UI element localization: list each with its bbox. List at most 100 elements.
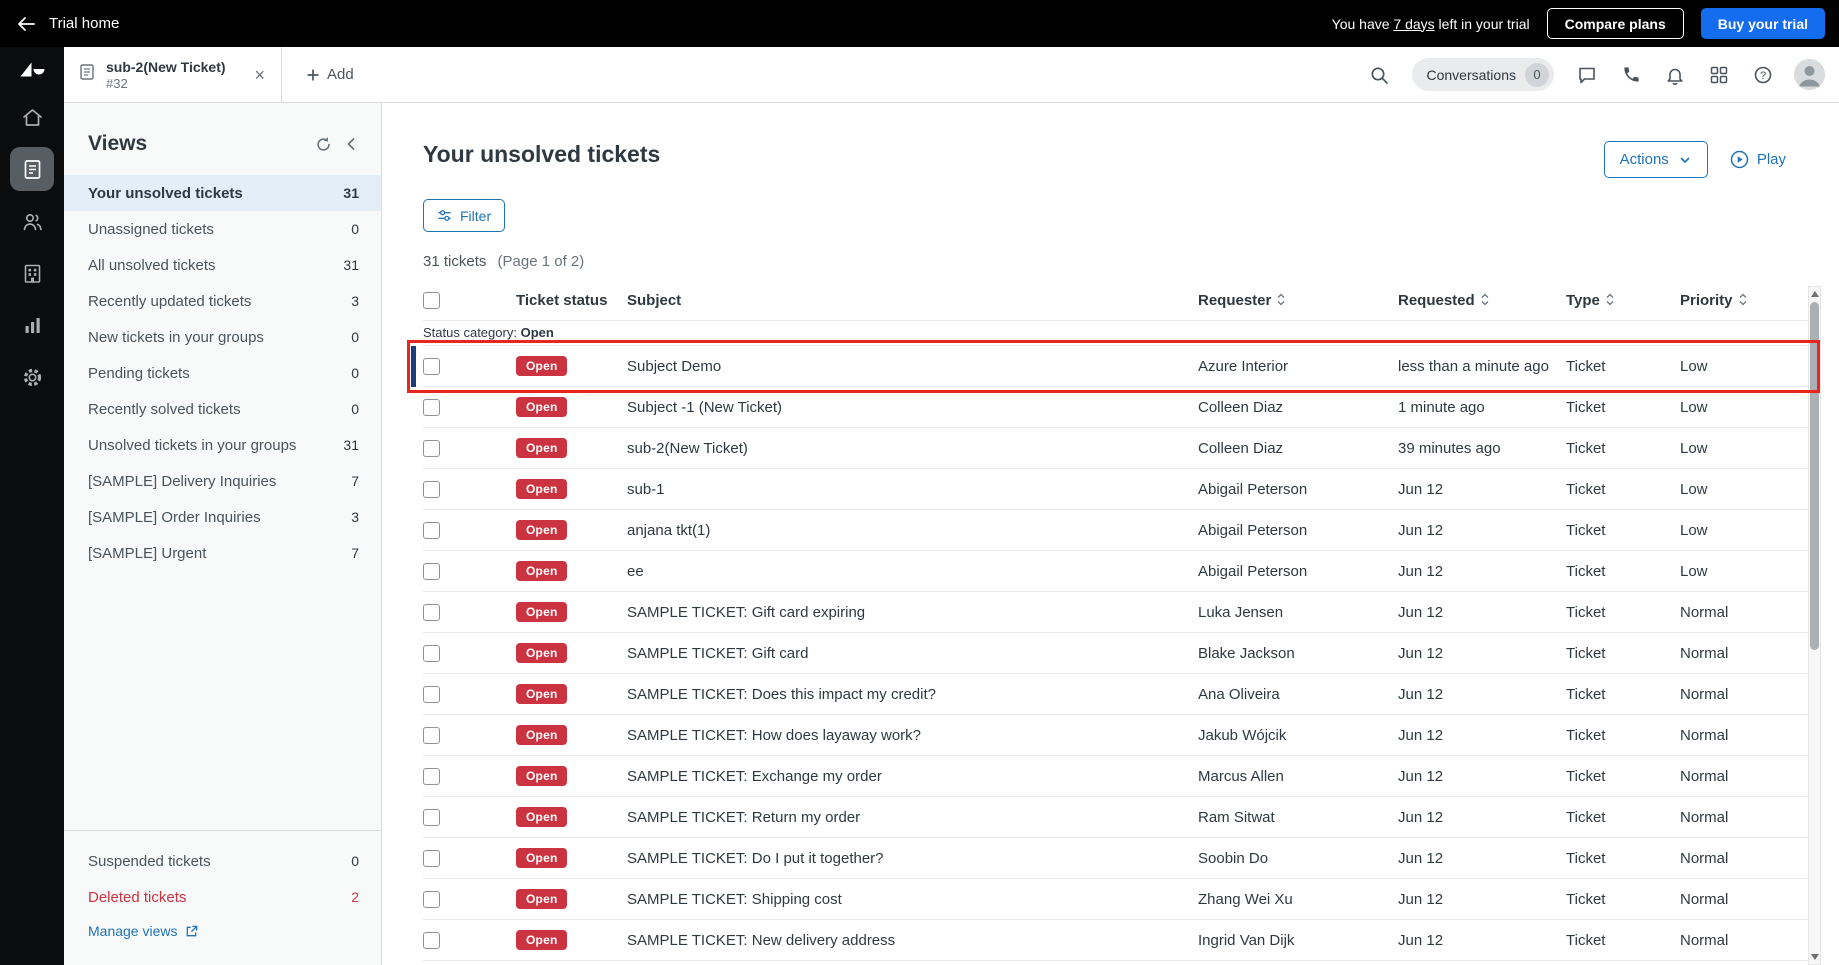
conversations-button[interactable]: Conversations 0 — [1412, 58, 1555, 91]
view-item[interactable]: Pending tickets0 — [64, 355, 381, 391]
ticket-subject[interactable]: SAMPLE TICKET: New delivery address — [627, 932, 895, 949]
ticket-type: Ticket — [1566, 645, 1605, 662]
ticket-priority: Low — [1680, 522, 1708, 539]
view-item[interactable]: Unsolved tickets in your groups31 — [64, 427, 381, 463]
row-checkbox[interactable] — [423, 809, 440, 826]
row-checkbox[interactable] — [423, 686, 440, 703]
row-checkbox[interactable] — [423, 932, 440, 949]
view-item[interactable]: [SAMPLE] Delivery Inquiries7 — [64, 463, 381, 499]
organizations-icon[interactable] — [10, 251, 54, 295]
admin-gear-icon[interactable] — [10, 355, 54, 399]
column-header-requested[interactable]: Requested — [1398, 286, 1566, 321]
ticket-subject[interactable]: sub-1 — [627, 481, 665, 498]
row-checkbox[interactable] — [423, 440, 440, 457]
ticket-subject[interactable]: Subject Demo — [627, 358, 721, 375]
ticket-subject[interactable]: Subject -1 (New Ticket) — [627, 399, 782, 416]
buy-trial-button[interactable]: Buy your trial — [1701, 8, 1825, 39]
apps-grid-icon[interactable] — [1700, 56, 1738, 94]
collapse-panel-icon[interactable] — [337, 130, 365, 158]
row-checkbox[interactable] — [423, 522, 440, 539]
view-item[interactable]: All unsolved tickets31 — [64, 247, 381, 283]
play-button[interactable]: Play — [1730, 150, 1786, 169]
ticket-subject[interactable]: SAMPLE TICKET: Gift card — [627, 645, 808, 662]
ticket-requested: Jun 12 — [1398, 932, 1443, 949]
row-checkbox[interactable] — [423, 645, 440, 662]
ticket-tab[interactable]: sub-2(New Ticket) #32 × — [64, 47, 282, 102]
column-header-priority[interactable]: Priority — [1680, 286, 1810, 321]
ticket-row[interactable]: OpenSAMPLE TICKET: Gift card expiringLuk… — [423, 592, 1810, 633]
ticket-subject[interactable]: SAMPLE TICKET: Shipping cost — [627, 891, 842, 908]
phone-icon[interactable] — [1612, 56, 1650, 94]
view-item[interactable]: New tickets in your groups0 — [64, 319, 381, 355]
row-checkbox[interactable] — [423, 891, 440, 908]
ticket-row[interactable]: OpenSAMPLE TICKET: Gift cardBlake Jackso… — [423, 633, 1810, 674]
manage-views-link[interactable]: Manage views — [64, 915, 381, 965]
ticket-row[interactable]: OpenSubject -1 (New Ticket)Colleen Diaz1… — [423, 387, 1810, 428]
tab-close-icon[interactable]: × — [250, 64, 269, 86]
ticket-requester: Abigail Peterson — [1198, 522, 1307, 539]
trial-days-link[interactable]: 7 days — [1393, 16, 1434, 32]
search-icon[interactable] — [1360, 56, 1398, 94]
ticket-subject[interactable]: SAMPLE TICKET: Return my order — [627, 809, 860, 826]
row-checkbox[interactable] — [423, 481, 440, 498]
row-checkbox[interactable] — [423, 358, 440, 375]
ticket-subject[interactable]: ee — [627, 563, 644, 580]
user-avatar[interactable] — [1794, 59, 1825, 90]
ticket-type: Ticket — [1566, 686, 1605, 703]
ticket-subject[interactable]: SAMPLE TICKET: Do I put it together? — [627, 850, 884, 867]
view-item[interactable]: [SAMPLE] Urgent7 — [64, 535, 381, 571]
ticket-row[interactable]: OpenSAMPLE TICKET: Shipping costZhang We… — [423, 879, 1810, 920]
view-item[interactable]: [SAMPLE] Order Inquiries3 — [64, 499, 381, 535]
actions-button[interactable]: Actions — [1604, 141, 1708, 178]
ticket-row[interactable]: OpenSubject DemoAzure Interiorless than … — [423, 346, 1810, 387]
ticket-row[interactable]: OpenSAMPLE TICKET: Do I put it together?… — [423, 838, 1810, 879]
ticket-row[interactable]: OpenSAMPLE TICKET: New delivery addressI… — [423, 920, 1810, 961]
scroll-up-arrow[interactable] — [1809, 287, 1820, 301]
row-checkbox[interactable] — [423, 850, 440, 867]
add-tab-button[interactable]: Add — [306, 47, 354, 102]
ticket-subject[interactable]: SAMPLE TICKET: How does layaway work? — [627, 727, 921, 744]
reporting-icon[interactable] — [10, 303, 54, 347]
column-header-type[interactable]: Type — [1566, 286, 1680, 321]
row-checkbox[interactable] — [423, 768, 440, 785]
home-icon[interactable] — [10, 95, 54, 139]
trial-home-link[interactable]: Trial home — [49, 15, 119, 32]
ticket-subject[interactable]: sub-2(New Ticket) — [627, 440, 748, 457]
view-item[interactable]: Deleted tickets2 — [64, 879, 381, 915]
ticket-row[interactable]: OpenSAMPLE TICKET: How does layaway work… — [423, 715, 1810, 756]
refresh-views-icon[interactable] — [309, 130, 337, 158]
view-item[interactable]: Suspended tickets0 — [64, 843, 381, 879]
scrollbar-thumb[interactable] — [1810, 302, 1819, 650]
compare-plans-button[interactable]: Compare plans — [1547, 8, 1684, 39]
row-checkbox[interactable] — [423, 604, 440, 621]
ticket-row[interactable]: Opensub-1Abigail PetersonJun 12TicketLow — [423, 469, 1810, 510]
row-checkbox[interactable] — [423, 399, 440, 416]
select-all-checkbox[interactable] — [423, 292, 440, 309]
scroll-down-arrow[interactable] — [1809, 950, 1820, 964]
chat-icon[interactable] — [1568, 56, 1606, 94]
row-checkbox[interactable] — [423, 563, 440, 580]
row-checkbox[interactable] — [423, 727, 440, 744]
help-icon[interactable]: ? — [1744, 56, 1782, 94]
view-item[interactable]: Your unsolved tickets31 — [64, 175, 381, 211]
view-item[interactable]: Recently updated tickets3 — [64, 283, 381, 319]
ticket-row[interactable]: OpenSAMPLE TICKET: Return my orderRam Si… — [423, 797, 1810, 838]
ticket-row[interactable]: Openanjana tkt(1)Abigail PetersonJun 12T… — [423, 510, 1810, 551]
ticket-subject[interactable]: SAMPLE TICKET: Does this impact my credi… — [627, 686, 936, 703]
customers-icon[interactable] — [10, 199, 54, 243]
views-icon[interactable] — [10, 147, 54, 191]
ticket-status-badge: Open — [516, 643, 567, 663]
ticket-subject[interactable]: anjana tkt(1) — [627, 522, 710, 539]
column-header-requester[interactable]: Requester — [1198, 286, 1398, 321]
back-arrow-icon[interactable] — [16, 16, 36, 32]
filter-button[interactable]: Filter — [423, 199, 505, 232]
ticket-row[interactable]: OpenSAMPLE TICKET: Does this impact my c… — [423, 674, 1810, 715]
ticket-row[interactable]: OpenSAMPLE TICKET: Exchange my orderMarc… — [423, 756, 1810, 797]
ticket-subject[interactable]: SAMPLE TICKET: Gift card expiring — [627, 604, 865, 621]
ticket-row[interactable]: OpeneeAbigail PetersonJun 12TicketLow — [423, 551, 1810, 592]
notifications-bell-icon[interactable] — [1656, 56, 1694, 94]
ticket-subject[interactable]: SAMPLE TICKET: Exchange my order — [627, 768, 882, 785]
view-item[interactable]: Unassigned tickets0 — [64, 211, 381, 247]
view-item[interactable]: Recently solved tickets0 — [64, 391, 381, 427]
ticket-row[interactable]: Opensub-2(New Ticket)Colleen Diaz39 minu… — [423, 428, 1810, 469]
